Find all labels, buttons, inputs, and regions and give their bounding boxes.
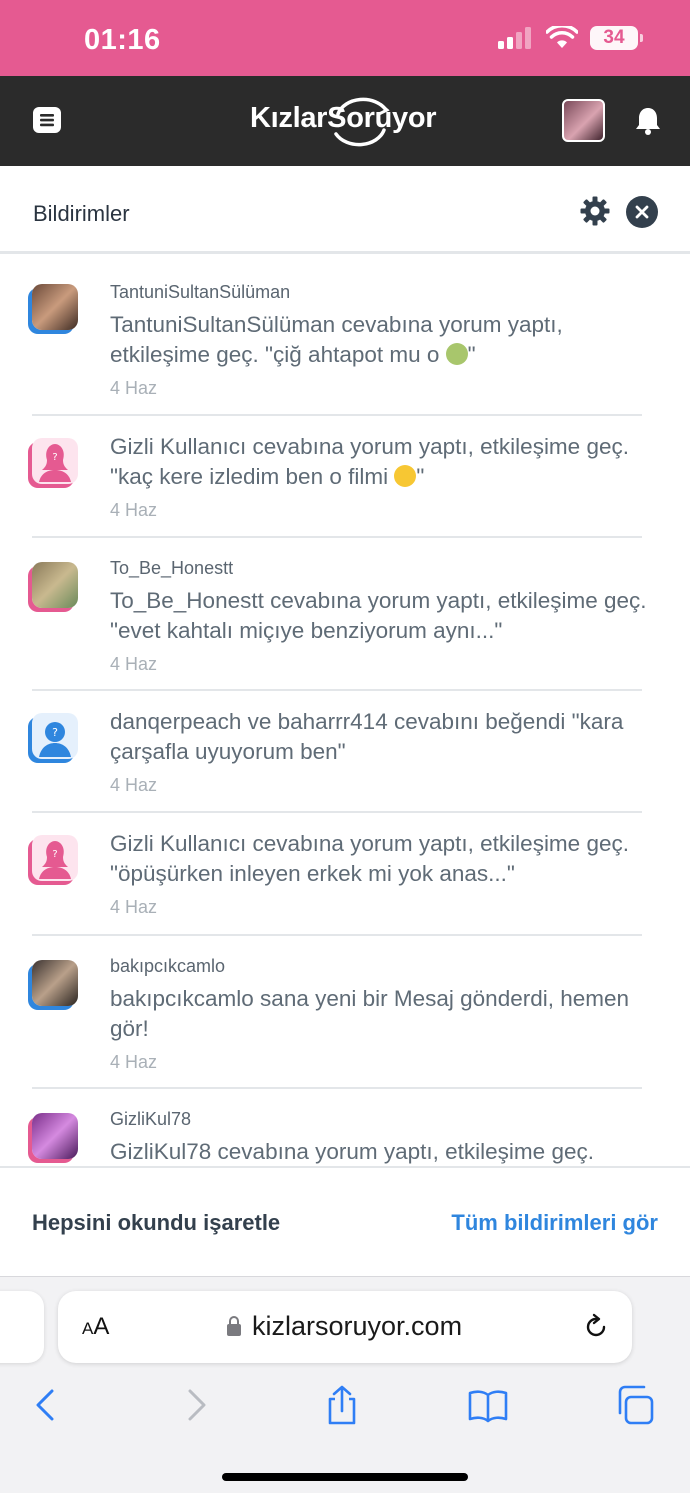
battery-indicator: 34 (590, 26, 643, 50)
notification-item[interactable]: ? Gizli Kullanıcı cevabına yorum yaptı, … (32, 813, 642, 936)
svg-text:?: ? (52, 452, 57, 463)
notification-item[interactable]: ? danqerpeach ve baharrr414 cevabını beğ… (32, 691, 642, 813)
site-logo[interactable]: KızlarSoruyor (250, 97, 437, 147)
anonymous-user-avatar[interactable]: ? (32, 835, 78, 881)
user-avatar[interactable] (32, 1113, 78, 1159)
notification-username[interactable]: To_Be_Honestt (110, 558, 233, 579)
notification-username[interactable]: GizliKul78 (110, 1109, 191, 1130)
notification-username[interactable]: TantuniSultanSülüman (110, 282, 290, 303)
panel-title: Bildirimler (33, 201, 130, 226)
anonymous-user-avatar[interactable]: ? (32, 438, 78, 484)
anonymous-user-avatar[interactable]: ? (32, 713, 78, 759)
anonymous-female-icon: ? (39, 841, 71, 879)
lock-icon (227, 1316, 241, 1336)
user-avatar[interactable] (562, 99, 605, 142)
notification-item[interactable]: bakıpcıkcamlo bakıpcıkcamlo sana yeni bi… (32, 936, 642, 1089)
gear-icon (580, 196, 610, 226)
notification-text[interactable]: Gizli Kullanıcı cevabına yorum yaptı, et… (110, 829, 650, 889)
notification-text[interactable]: TantuniSultanSülüman cevabına yorum yapt… (110, 310, 650, 370)
bookmarks-icon[interactable] (468, 1385, 508, 1425)
status-bar: 01:16 34 (0, 0, 690, 76)
notifications-panel-header: Bildirimler (0, 166, 690, 254)
cellular-signal-icon (498, 27, 531, 49)
notification-username[interactable]: bakıpcıkcamlo (110, 956, 225, 977)
nauseated-emoji-icon (445, 343, 468, 365)
notification-text[interactable]: To_Be_Honestt cevabına yorum yaptı, etki… (110, 586, 650, 646)
reload-icon[interactable] (582, 1313, 610, 1341)
notification-text[interactable]: bakıpcıkcamlo sana yeni bir Mesaj gönder… (110, 984, 650, 1044)
mark-all-read-button[interactable]: Hepsini okundu işaretle (32, 1210, 280, 1236)
browser-toolbar: AA kizlarsoruyor.com (0, 1276, 690, 1493)
notification-date: 4 Haz (110, 775, 158, 795)
notification-text[interactable]: Gizli Kullanıcı cevabına yorum yaptı, et… (110, 432, 650, 492)
wifi-icon (546, 26, 578, 48)
status-icons: 34 (498, 26, 643, 50)
notification-item[interactable]: ? Gizli Kullanıcı cevabına yorum yaptı, … (32, 416, 642, 538)
notifications-panel-footer: Hepsini okundu işaretle Tüm bildirimleri… (0, 1166, 690, 1276)
user-avatar[interactable] (32, 284, 78, 330)
notification-date: 4 Haz (110, 1052, 158, 1072)
page-settings-button[interactable]: AA (82, 1313, 109, 1341)
notification-date: 4 Haz (110, 897, 158, 917)
anonymous-female-icon: ? (39, 444, 71, 482)
svg-text:?: ? (52, 849, 57, 860)
forward-icon[interactable] (176, 1385, 216, 1425)
user-avatar[interactable] (32, 960, 78, 1006)
address-bar[interactable]: AA kizlarsoruyor.com (58, 1291, 632, 1363)
home-indicator (222, 1473, 468, 1481)
notifications-button[interactable] (634, 106, 662, 136)
user-avatar[interactable] (32, 562, 78, 608)
notification-list[interactable]: TantuniSultanSülüman TantuniSultanSülüma… (0, 254, 690, 1166)
grinning-emoji-icon (394, 465, 417, 487)
notification-item[interactable]: GizliKul78 GizliKul78 cevabına yorum yap… (32, 1089, 642, 1166)
notification-text[interactable]: danqerpeach ve baharrr414 cevabını beğen… (110, 707, 650, 767)
notification-date: 4 Haz (110, 378, 158, 398)
menu-icon (33, 107, 61, 133)
notification-item[interactable]: To_Be_Honestt To_Be_Honestt cevabına yor… (32, 538, 647, 691)
back-icon[interactable] (26, 1385, 66, 1425)
tabs-icon[interactable] (614, 1385, 654, 1425)
logo-ring-icon (334, 97, 390, 147)
url-text: kizlarsoruyor.com (252, 1311, 463, 1341)
notification-date: 4 Haz (110, 654, 158, 674)
svg-text:?: ? (52, 726, 58, 739)
menu-button[interactable] (32, 106, 62, 134)
anonymous-male-icon: ? (39, 722, 71, 757)
share-icon[interactable] (322, 1385, 362, 1425)
close-button[interactable] (626, 196, 658, 228)
settings-button[interactable] (580, 196, 610, 226)
app-header: KızlarSoruyor (0, 76, 690, 166)
status-time: 01:16 (84, 24, 161, 56)
notification-text[interactable]: GizliKul78 cevabına yorum yaptı, etkileş… (110, 1137, 650, 1166)
see-all-notifications-link[interactable]: Tüm bildirimleri gör (451, 1210, 658, 1236)
notification-date: 4 Haz (110, 500, 158, 520)
close-icon (635, 205, 649, 219)
bell-icon (636, 108, 660, 135)
previous-tab-preview[interactable] (0, 1291, 44, 1363)
notification-item[interactable]: TantuniSultanSülüman TantuniSultanSülüma… (32, 254, 642, 416)
